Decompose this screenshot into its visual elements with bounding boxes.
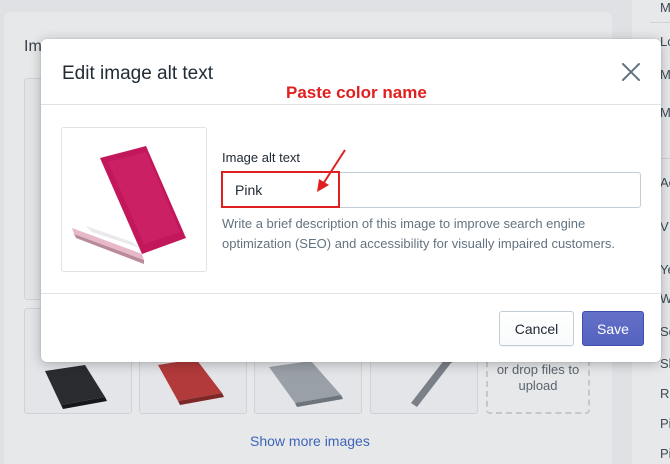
close-icon — [622, 63, 640, 81]
background-card-title: Im — [24, 38, 42, 55]
sidebar-label: Sl — [660, 356, 670, 371]
save-button[interactable]: Save — [582, 311, 644, 346]
sidebar-label: Ac — [660, 175, 670, 190]
alt-text-label: Image alt text — [222, 150, 301, 165]
annotation-arrow-icon — [317, 149, 346, 192]
cancel-button[interactable]: Cancel — [499, 311, 574, 346]
alt-text-help-text: Write a brief description of this image … — [222, 216, 616, 251]
sidebar-label: W — [660, 291, 670, 306]
sidebar-label: V — [660, 219, 669, 234]
sidebar-label: M — [660, 0, 670, 15]
edit-alt-text-modal: Edit image alt text Image alt text Write… — [41, 39, 661, 362]
annotation-label: Paste color name — [286, 83, 427, 102]
modal-body: Image alt text Write a brief description… — [41, 105, 661, 293]
sidebar-label: Re — [660, 386, 670, 401]
close-button[interactable] — [619, 60, 643, 84]
sidebar-label: Lo — [660, 34, 670, 49]
sidebar-label: Se — [660, 324, 670, 339]
alt-text-input[interactable] — [221, 172, 641, 208]
sidebar-divider — [650, 22, 670, 23]
sidebar-label: Pi — [660, 446, 670, 461]
sidebar-label: M — [660, 67, 670, 82]
modal-title: Edit image alt text — [62, 63, 214, 84]
sidebar-label: Ye — [660, 262, 670, 277]
laptop-pink-image — [72, 146, 186, 264]
sidebar-label: M — [660, 105, 670, 120]
show-more-images-link[interactable]: Show more images — [250, 433, 370, 449]
image-preview — [61, 127, 207, 272]
modal-footer: Cancel Save — [41, 293, 661, 362]
sidebar-label: Pi — [660, 416, 670, 431]
